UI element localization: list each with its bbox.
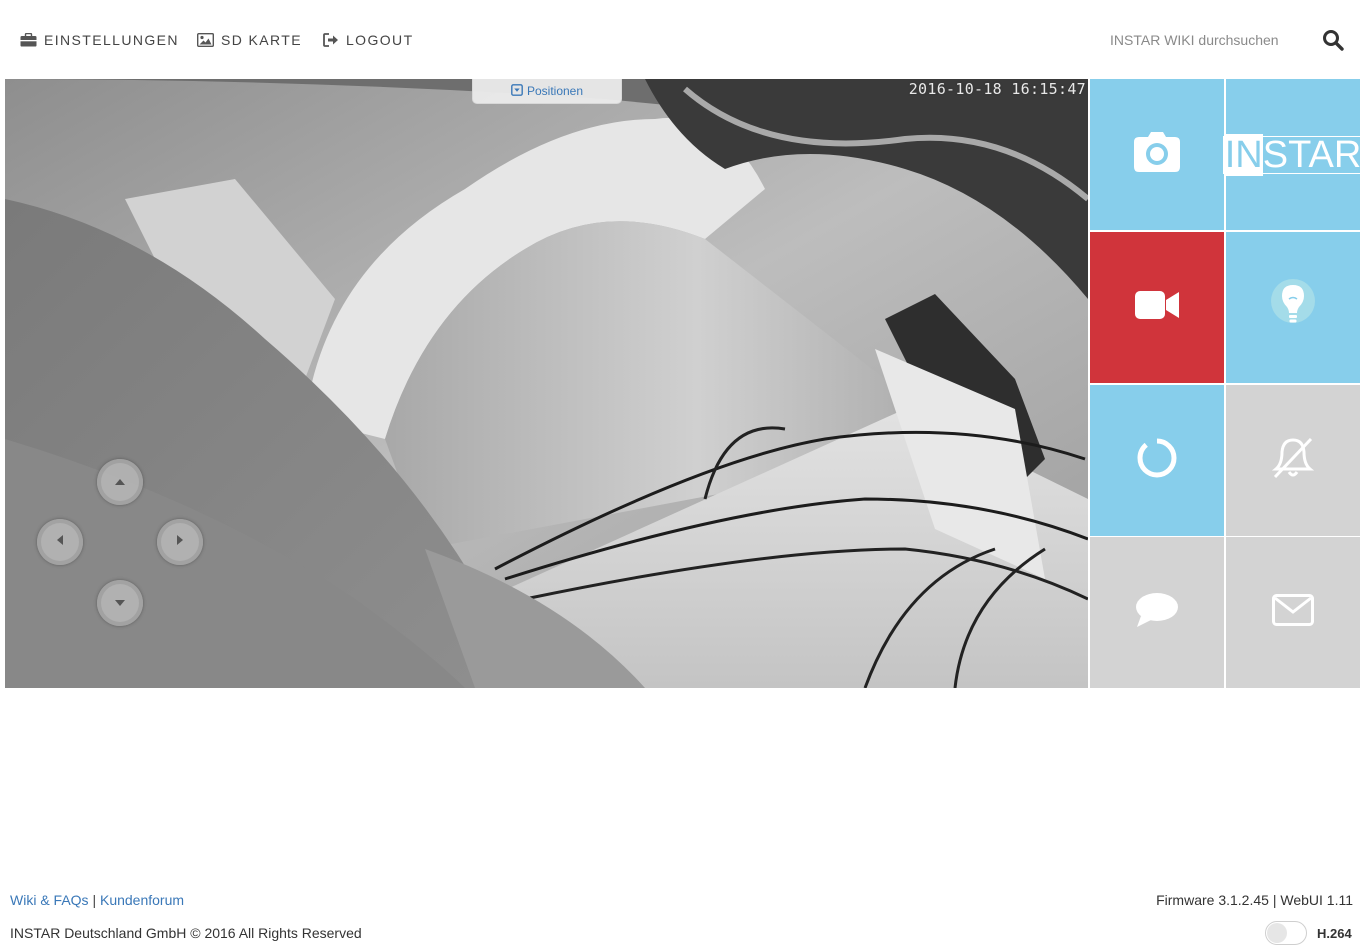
nav-settings-link[interactable]: EINSTELLUNGEN bbox=[20, 30, 179, 50]
audio-button[interactable] bbox=[1090, 537, 1224, 688]
codec-toggle[interactable] bbox=[1265, 921, 1307, 945]
nav-logout-link[interactable]: LOGOUT bbox=[323, 30, 414, 50]
instar-logo: INSTAR bbox=[1222, 133, 1363, 176]
image-icon bbox=[197, 33, 214, 47]
nav-sdcard-label: SD KARTE bbox=[221, 32, 302, 48]
wiki-search bbox=[1100, 24, 1360, 56]
instar-logo-tile[interactable]: INSTAR bbox=[1222, 79, 1363, 230]
nav-sdcard-link[interactable]: SD KARTE bbox=[197, 30, 302, 50]
camera-image bbox=[5, 79, 1088, 688]
footer-links: Wiki & FAQs | Kundenforum bbox=[10, 892, 184, 908]
lightbulb-icon bbox=[1263, 275, 1323, 340]
top-navigation: EINSTELLUNGEN SD KARTE LOGOUT bbox=[0, 0, 1363, 79]
speech-bubble-icon bbox=[1135, 592, 1179, 633]
status-indicator bbox=[1090, 385, 1224, 536]
toggle-knob bbox=[1267, 923, 1287, 943]
copyright-text: INSTAR Deutschland GmbH © 2016 All Right… bbox=[10, 925, 362, 941]
video-timestamp: 2016-10-18 16:15:47 bbox=[908, 80, 1086, 98]
bell-slash-icon bbox=[1270, 436, 1316, 485]
caret-down-icon bbox=[114, 594, 126, 612]
snapshot-button[interactable] bbox=[1090, 79, 1224, 230]
wiki-faqs-link[interactable]: Wiki & FAQs bbox=[10, 892, 89, 908]
footer-separator: | bbox=[92, 892, 97, 908]
ptz-left-button[interactable] bbox=[37, 519, 83, 565]
live-video-stream[interactable]: 2016-10-18 16:15:47 Positionen bbox=[5, 79, 1088, 688]
caret-square-down-icon bbox=[511, 83, 523, 99]
video-camera-icon bbox=[1135, 289, 1179, 326]
ptz-right-button[interactable] bbox=[157, 519, 203, 565]
codec-switch: H.264 bbox=[1265, 921, 1352, 945]
sign-out-icon bbox=[323, 33, 339, 47]
kundenforum-link[interactable]: Kundenforum bbox=[100, 892, 184, 908]
caret-up-icon bbox=[114, 473, 126, 491]
positions-label: Positionen bbox=[526, 84, 584, 98]
nav-settings-label: EINSTELLUNGEN bbox=[44, 32, 179, 48]
camera-icon bbox=[1134, 132, 1180, 177]
caret-left-icon bbox=[56, 533, 64, 551]
webui-version: WebUI 1.11 bbox=[1280, 892, 1353, 908]
caret-right-icon bbox=[176, 533, 184, 551]
record-button[interactable] bbox=[1090, 232, 1224, 383]
spinner-icon bbox=[1136, 437, 1178, 484]
search-icon[interactable] bbox=[1322, 29, 1346, 53]
firmware-version: Firmware 3.1.2.45 bbox=[1156, 892, 1269, 908]
version-separator: | bbox=[1272, 892, 1277, 908]
ir-light-button[interactable] bbox=[1226, 232, 1360, 383]
ptz-up-button[interactable] bbox=[97, 459, 143, 505]
positions-toggle[interactable]: Positionen bbox=[472, 79, 622, 104]
search-input[interactable] bbox=[1100, 24, 1310, 56]
alarm-toggle-button[interactable] bbox=[1226, 385, 1360, 536]
envelope-icon bbox=[1272, 594, 1314, 631]
ptz-down-button[interactable] bbox=[97, 580, 143, 626]
email-button[interactable] bbox=[1226, 537, 1360, 688]
version-info: Firmware 3.1.2.45 | WebUI 1.11 bbox=[1156, 892, 1353, 908]
codec-label: H.264 bbox=[1317, 925, 1352, 941]
nav-logout-label: LOGOUT bbox=[346, 32, 414, 48]
briefcase-icon bbox=[20, 33, 37, 47]
